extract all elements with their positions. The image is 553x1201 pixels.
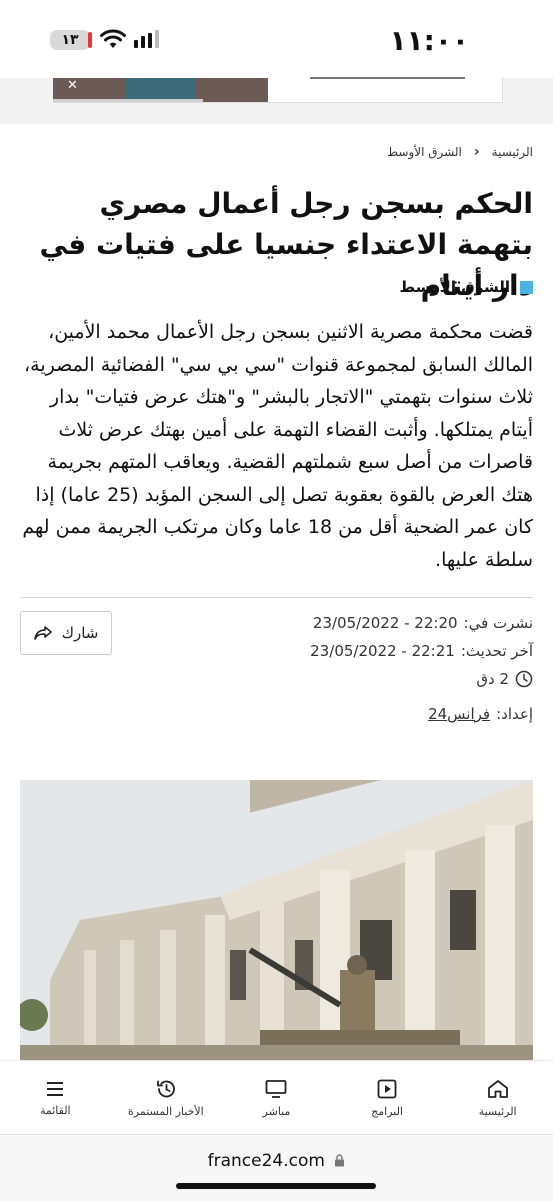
browser-url-bar[interactable]: france24.com (0, 1134, 553, 1201)
article-body: قضت محكمة مصرية الاثنين بسجن رجل الأعمال… (22, 321, 533, 571)
play-icon (377, 1079, 397, 1098)
history-icon (156, 1080, 175, 1097)
ad-video-progress (53, 99, 203, 102)
section-marker-icon (520, 280, 533, 294)
article-section[interactable]: الشرق الأوسط (400, 278, 533, 296)
nav-label-programs: البرامج (371, 1104, 403, 1118)
nav-item-news-feed[interactable]: الأخبار المستمرة (116, 1079, 216, 1118)
breadcrumb-home[interactable]: الرئيسية (492, 145, 533, 159)
nav-item-programs[interactable]: البرامج (337, 1079, 437, 1118)
clock-icon (515, 670, 533, 688)
lock-icon (335, 1154, 345, 1167)
published-label: نشرت في: (463, 614, 533, 632)
courthouse-photo (20, 780, 533, 1060)
tv-icon (266, 1079, 287, 1098)
nav-item-home[interactable]: الرئيسية (448, 1079, 548, 1118)
share-arrow-icon (33, 626, 52, 640)
battery-level: ١٣ (61, 32, 79, 48)
signal-icon (134, 30, 159, 48)
nav-label-menu: القائمة (39, 1103, 71, 1117)
battery-icon: ١٣ (50, 30, 90, 50)
share-button[interactable]: شارك (20, 611, 112, 655)
updated-date: آخر تحديث: 23/05/2022 - 22:21 (310, 642, 533, 660)
published-value: 23/05/2022 - 22:20 (312, 614, 458, 632)
ad-video[interactable]: ✕ (53, 78, 268, 102)
divider (20, 597, 533, 598)
article-image[interactable] (20, 780, 533, 1060)
share-label: شارك (61, 624, 99, 642)
home-icon (487, 1079, 508, 1098)
nav-label-live: مباشر (262, 1104, 291, 1118)
breadcrumb-section[interactable]: الشرق الأوسط (387, 145, 462, 159)
author-label: إعداد: (496, 705, 533, 723)
author-link[interactable]: فرانس24 (428, 705, 490, 723)
url-domain: france24.com (207, 1151, 325, 1171)
status-bar: ١٣ ١١:٠٠ (0, 0, 553, 80)
nav-item-menu[interactable]: القائمة (5, 1080, 105, 1117)
battery-low-indicator (88, 32, 92, 48)
nav-label-news-feed: الأخبار المستمرة (128, 1104, 204, 1118)
nav-item-live[interactable]: مباشر (226, 1079, 326, 1118)
url-display[interactable]: france24.com (0, 1151, 553, 1171)
wifi-icon (100, 29, 126, 48)
updated-label: آخر تحديث: (460, 642, 533, 660)
ad-text-line (310, 77, 465, 79)
nav-label-home: الرئيسية (478, 1104, 517, 1118)
read-time-value: 2 دق (476, 670, 509, 688)
menu-icon (47, 1081, 64, 1096)
published-date: نشرت في: 23/05/2022 - 22:20 (313, 614, 533, 632)
home-indicator[interactable] (176, 1183, 376, 1189)
status-time: ١١:٠٠ (389, 24, 469, 57)
updated-value: 23/05/2022 - 22:21 (310, 642, 455, 660)
breadcrumb: الرئيسية ‹ الشرق الأوسط (387, 144, 533, 160)
author-line: إعداد: فرانس24 (428, 705, 533, 723)
article-section-label[interactable]: الشرق الأوسط (400, 278, 510, 296)
chevron-left-icon: ‹ (473, 144, 480, 160)
mute-icon[interactable]: ✕ (67, 78, 78, 93)
bottom-navigation: الرئيسية البرامج مباشر الأخبار المستمرة … (0, 1060, 553, 1135)
read-time: 2 دق (476, 670, 533, 688)
